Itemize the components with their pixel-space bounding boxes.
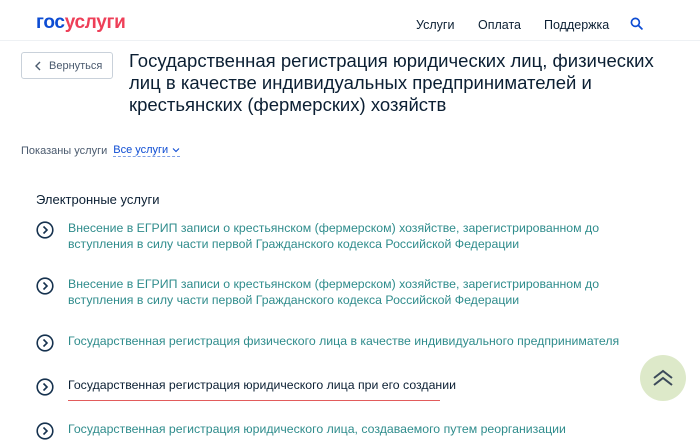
gosuslugi-logo[interactable]: госуслуги — [36, 12, 126, 34]
chevron-down-icon — [172, 148, 180, 153]
search-icon[interactable] — [630, 17, 643, 30]
logo-part-uslugi: услуги — [64, 12, 126, 33]
service-item[interactable]: Внесение в ЕГРИП записи о крестьянском (… — [36, 276, 628, 308]
double-chevron-up-icon — [653, 369, 673, 386]
services-filter: Показаны услуги Все услуги — [21, 144, 181, 157]
header-divider — [0, 40, 700, 41]
service-link[interactable]: Внесение в ЕГРИП записи о крестьянском (… — [68, 276, 628, 308]
section-title-electronic-services: Электронные услуги — [36, 192, 160, 207]
service-item[interactable]: Государственная регистрация физического … — [36, 333, 628, 352]
filter-label: Показаны услуги — [21, 144, 108, 157]
nav-link-services[interactable]: Услуги — [416, 18, 454, 32]
scroll-to-top-button[interactable] — [640, 355, 686, 401]
filter-selected-value: Все услуги — [113, 144, 169, 156]
nav-link-support[interactable]: Поддержка — [544, 18, 609, 32]
logo-part-gos: гос — [36, 12, 65, 33]
service-link[interactable]: Внесение в ЕГРИП записи о крестьянском (… — [68, 220, 628, 252]
nav-link-payment[interactable]: Оплата — [478, 18, 521, 32]
circle-arrow-right-icon — [36, 334, 54, 352]
back-button-label: Вернуться — [49, 59, 103, 72]
back-button[interactable]: Вернуться — [21, 52, 113, 79]
service-link[interactable]: Государственная регистрация физического … — [68, 333, 628, 349]
circle-arrow-right-icon — [36, 221, 54, 239]
circle-arrow-right-icon — [36, 277, 54, 295]
service-item[interactable]: Внесение в ЕГРИП записи о крестьянском (… — [36, 220, 628, 252]
chevron-left-icon — [35, 61, 41, 70]
service-link[interactable]: Государственная регистрация юридического… — [68, 377, 628, 393]
highlight-underline — [68, 400, 440, 401]
filter-dropdown[interactable]: Все услуги — [113, 144, 181, 157]
circle-arrow-right-icon — [36, 422, 54, 440]
service-link[interactable]: Государственная регистрация юридического… — [68, 421, 628, 437]
circle-arrow-right-icon — [36, 378, 54, 396]
page-title: Государственная регистрация юридических … — [129, 50, 654, 115]
service-item[interactable]: Государственная регистрация юридического… — [36, 421, 628, 440]
service-item[interactable]: Государственная регистрация юридического… — [36, 377, 628, 396]
